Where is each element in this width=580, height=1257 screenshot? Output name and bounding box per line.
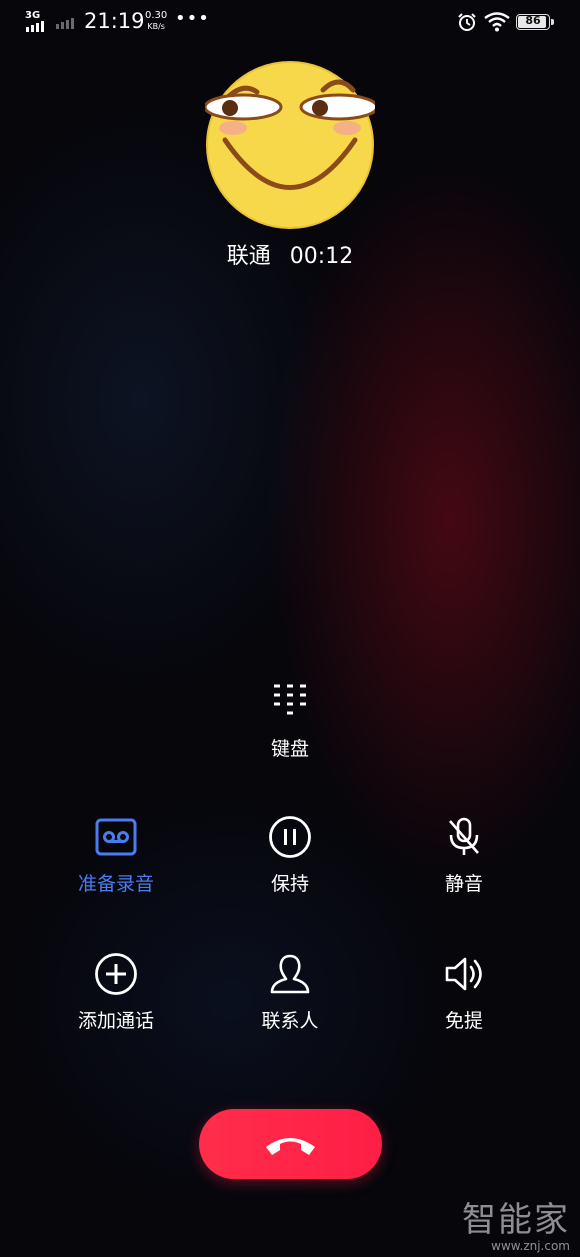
call-duration: 00:12 [289, 244, 354, 269]
watermark: 智能家 www.znj.com [462, 1192, 570, 1253]
contacts-label: 联系人 [261, 1010, 319, 1032]
speaker-label: 免提 [444, 1010, 483, 1032]
mic-off-icon [449, 817, 479, 855]
end-call-button[interactable] [199, 1109, 382, 1179]
contacts-button[interactable]: 联系人 [220, 952, 360, 1033]
keypad-icon [274, 684, 306, 715]
hold-button[interactable]: 保持 [220, 815, 360, 896]
network-speed: 0.30 KB/s [145, 10, 168, 31]
hold-label: 保持 [270, 873, 309, 895]
keypad-button[interactable]: 键盘 [220, 680, 360, 761]
add-call-button[interactable]: 添加通话 [46, 952, 186, 1033]
status-time: 21:19 [84, 9, 145, 33]
add-call-label: 添加通话 [77, 1010, 154, 1032]
watermark-brand: 智能家 [462, 1200, 570, 1240]
alarm-icon [458, 13, 476, 31]
pause-icon [269, 816, 311, 858]
plus-circle-icon [95, 953, 137, 995]
signal-2-icon [56, 18, 74, 29]
record-label: 准备录音 [77, 873, 154, 895]
record-button[interactable]: 准备录音 [46, 815, 186, 896]
battery-icon: 86 [516, 14, 554, 30]
mute-button[interactable]: 静音 [394, 815, 534, 896]
speaker-button[interactable]: 免提 [394, 952, 534, 1033]
hang-up-icon [266, 1138, 315, 1155]
status-bar: 3G 21:19 0.30 KB/s ••• 86 [0, 0, 580, 44]
caller-name: 联通 [226, 244, 271, 269]
network-type: 3G [25, 10, 41, 21]
more-notifications-icon: ••• [175, 8, 210, 29]
speaker-icon [445, 957, 482, 991]
wifi-icon [484, 12, 510, 32]
watermark-url: www.znj.com [491, 1239, 570, 1253]
person-icon [270, 954, 310, 994]
caller-avatar [205, 61, 375, 229]
mute-label: 静音 [444, 873, 483, 895]
signal-icon: 3G [24, 10, 48, 32]
keypad-label: 键盘 [270, 738, 309, 760]
call-info: 联通 00:12 [0, 238, 580, 270]
battery-level: 86 [525, 14, 541, 27]
record-icon [95, 818, 137, 856]
